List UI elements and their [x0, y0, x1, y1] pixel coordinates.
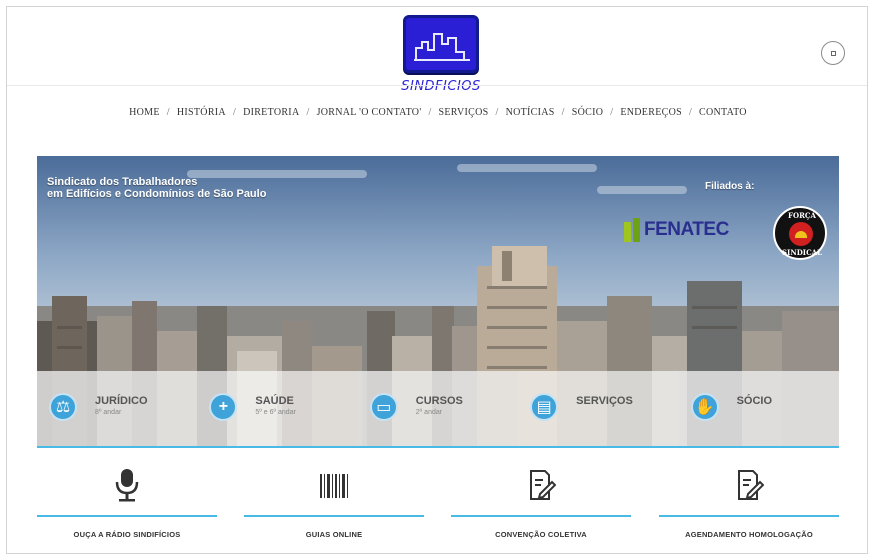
nav-item-jornal[interactable]: JORNAL 'O CONTATO' [317, 107, 422, 118]
fenatec-text: FENATEC [644, 219, 729, 240]
document-icon: ▤ [530, 393, 559, 421]
edit-document-icon [530, 470, 556, 500]
service-cursos[interactable]: ▭ CURSOS 2º andar [357, 371, 519, 446]
logo-text: SINDFICIOS [401, 79, 481, 94]
forca-sindical-logo[interactable]: FORÇA SINDICAL [773, 206, 827, 260]
quick-link-guias[interactable]: GUIAS ONLINE [244, 462, 424, 552]
service-title: SAÚDE [255, 395, 294, 407]
service-title: SÓCIO [736, 395, 773, 407]
forca-sun-icon [789, 222, 813, 246]
quick-link-label: OUÇA A RÁDIO SINDIFÍCIOS [73, 530, 181, 539]
service-socio[interactable]: ✋ SÓCIO [678, 371, 839, 446]
service-title: SERVIÇOS [576, 395, 633, 407]
menu-button[interactable] [821, 41, 845, 65]
service-subtitle: 5º e 6º andar [255, 409, 296, 416]
service-title: JURÍDICO [95, 395, 148, 407]
nav-item-socio[interactable]: SÓCIO [572, 107, 604, 118]
menu-icon [830, 50, 836, 56]
cloud [457, 164, 597, 172]
header-divider [7, 85, 867, 86]
nav-separator: / [166, 107, 170, 118]
nav-separator: / [561, 107, 565, 118]
quick-links: OUÇA A RÁDIO SINDIFÍCIOS GUIAS ONLINE CO… [37, 462, 839, 552]
nav-item-noticias[interactable]: NOTÍCIAS [506, 107, 555, 118]
nav-separator: / [232, 107, 237, 118]
forca-label-bottom: SINDICAL [782, 248, 822, 257]
forca-label-top: FORÇA [788, 211, 816, 220]
cloud [597, 186, 687, 194]
plus-icon: + [209, 393, 238, 421]
hero-title-line1: Sindicato dos Trabalhadores [47, 176, 198, 188]
main-nav: HOME / HISTÓRIA / DIRETORIA / JORNAL 'O … [7, 107, 869, 118]
nav-item-historia[interactable]: HISTÓRIA [177, 107, 226, 118]
filiados-label: Filiados à: [705, 181, 755, 192]
edit-document-icon [738, 470, 764, 500]
scales-icon: ⚖ [49, 393, 77, 421]
quick-link-label: CONVENÇÃO COLETIVA [495, 530, 587, 539]
quick-link-agendamento[interactable]: AGENDAMENTO HOMOLOGAÇÃO [659, 462, 839, 552]
handshake-icon: ✋ [690, 393, 719, 421]
service-saude[interactable]: + SAÚDE 5º e 6º andar [197, 371, 358, 446]
service-servicos[interactable]: ▤ SERVIÇOS [518, 371, 679, 446]
service-juridico[interactable]: ⚖ JURÍDICO 8º andar [37, 371, 198, 446]
nav-separator: / [610, 107, 614, 118]
nav-separator: / [688, 107, 693, 118]
quick-link-label: AGENDAMENTO HOMOLOGAÇÃO [685, 530, 813, 539]
fenatec-logo[interactable]: FENATEC [622, 216, 729, 244]
hero-title-line2: em Edifícios e Condomínios de São Paulo [47, 188, 267, 200]
quick-link-underline [244, 515, 424, 517]
nav-separator: / [306, 107, 310, 118]
nav-separator: / [428, 107, 432, 118]
quick-link-underline [37, 515, 217, 517]
nav-item-diretoria[interactable]: DIRETORIA [243, 107, 299, 118]
site-logo[interactable]: SINDFICIOS [399, 13, 483, 101]
service-title: CURSOS [415, 395, 463, 407]
quick-link-radio[interactable]: OUÇA A RÁDIO SINDIFÍCIOS [37, 462, 217, 552]
microphone-icon [115, 469, 139, 502]
hero-title: Sindicato dos Trabalhadores em Edifícios… [47, 176, 266, 200]
book-icon: ▭ [369, 393, 398, 421]
nav-item-home[interactable]: HOME [129, 107, 160, 118]
quick-link-convencao[interactable]: CONVENÇÃO COLETIVA [451, 462, 631, 552]
nav-separator: / [495, 107, 499, 118]
service-subtitle: 8º andar [95, 409, 122, 416]
quick-link-underline [659, 515, 839, 517]
quick-link-label: GUIAS ONLINE [305, 530, 363, 539]
quick-link-underline [451, 515, 631, 517]
service-subtitle: 2º andar [415, 409, 443, 416]
barcode-icon [320, 474, 348, 498]
nav-item-contato[interactable]: CONTATO [699, 107, 747, 118]
nav-item-servicos[interactable]: SERVIÇOS [439, 107, 489, 118]
fenatec-building-icon [624, 218, 640, 242]
logo-buildings-icon [403, 15, 479, 73]
hero-banner: Sindicato dos Trabalhadores em Edifícios… [37, 156, 839, 446]
hero-accent-line [37, 446, 839, 448]
services-strip: ⚖ JURÍDICO 8º andar + SAÚDE 5º e 6º anda… [37, 371, 839, 446]
nav-item-enderecos[interactable]: ENDEREÇOS [620, 107, 682, 118]
